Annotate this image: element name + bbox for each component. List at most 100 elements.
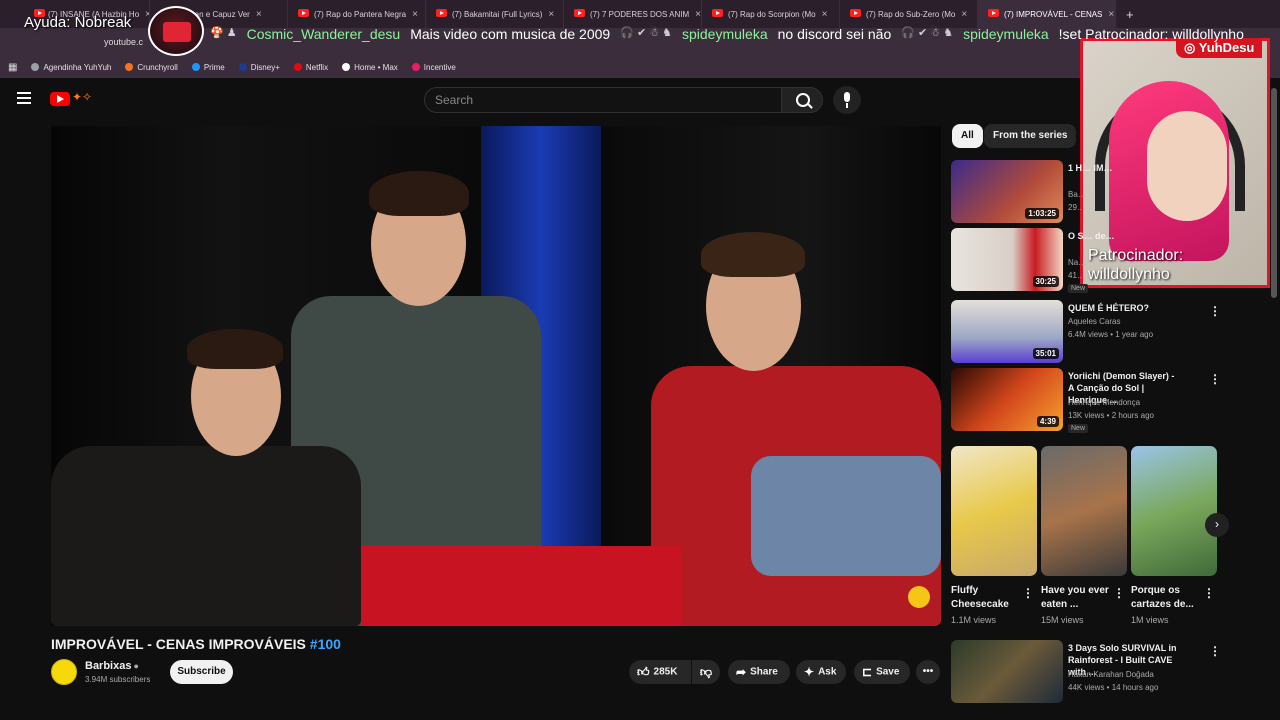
chevron-right-icon[interactable]: › [1205,513,1229,537]
browser-tab[interactable]: (7) Rap do Sub-Zero (Mo × [840,0,978,28]
bookmark-item[interactable]: Disney+ [238,63,280,72]
more-actions-icon[interactable]: ••• [916,660,940,684]
recommendation-title[interactable]: O S… de… [1068,230,1178,242]
microphone-icon[interactable] [833,86,861,114]
apps-grid-icon[interactable]: ▦ [8,62,17,73]
more-options-icon[interactable]: ⋮ [1209,644,1221,658]
bookmark-item[interactable]: Netflix [293,63,328,72]
recommendation-meta: 6.4M views • 1 year ago [1068,330,1154,339]
short-title[interactable]: Have you ever eaten ... [1041,584,1117,612]
more-options-icon[interactable]: ⋮ [1113,586,1125,600]
netflix-icon [293,63,302,71]
short-thumbnail[interactable] [1131,446,1217,576]
search-icon[interactable] [781,87,823,113]
crunchyroll-icon [125,63,134,71]
channel-avatar[interactable] [51,659,77,685]
disney-icon [238,63,247,71]
bookmark-icon [31,63,40,71]
recommendation-item[interactable]: 1:03:25 1 H… IM… Ba… 29… [951,160,1181,224]
save-button[interactable]: ⊏ Save [854,660,910,684]
recommendation-title[interactable]: QUEM É HÉTERO? [1068,302,1178,314]
subscriber-count: 3.94M subscribers [85,675,151,684]
video-duration: 1:03:25 [1025,208,1059,219]
sparkle-icon: ✦ [804,665,815,679]
browser-tab[interactable]: (7) Rap do Pantera Negra × [288,0,426,28]
bookmark-item[interactable]: Crunchyroll [125,63,178,72]
video-thumbnail[interactable]: 30:25 [951,228,1063,291]
chat-username: Cosmic_Wanderer_desu [246,26,401,42]
max-icon [342,63,351,71]
short-views: 1.1M views [951,615,997,625]
person-right-jeans [751,456,941,576]
more-options-icon[interactable]: ⋮ [1209,372,1221,386]
close-tab-icon[interactable]: × [961,9,967,20]
more-options-icon[interactable]: ⋮ [1203,586,1215,600]
more-options-icon[interactable]: ⋮ [1209,304,1221,318]
youtube-favicon-icon [436,9,447,17]
new-tab-button[interactable]: + [1116,7,1134,22]
recommendation-item[interactable]: 30:25 O S… de… Na… 41… New [951,228,1181,293]
page-scrollbar[interactable] [1271,88,1277,298]
youtube-favicon-icon [298,9,309,17]
ask-button[interactable]: ✦ Ask [796,660,846,684]
chip-all[interactable]: All [952,124,983,148]
chat-badges-icon: 🍄 ♟ [210,27,237,39]
logo-decoration-icon: ✦✧ [72,90,93,104]
youtube-favicon-icon [574,9,585,17]
chip-from-the-series[interactable]: From the series [984,124,1077,148]
incentive-icon [411,63,420,71]
address-text[interactable]: youtube.c [104,37,143,47]
browser-tab[interactable]: (7) Bakamitai (Full Lyrics) × [426,0,564,28]
video-player[interactable] [51,126,941,626]
close-tab-icon[interactable]: × [548,9,554,20]
short-thumbnail[interactable] [1041,446,1127,576]
like-button[interactable]: 👍︎ 285K [629,660,691,684]
recommendation-channel[interactable]: Aqueles Caras [1068,317,1120,326]
video-thumbnail[interactable]: 35:01 [951,300,1063,363]
short-title[interactable]: Fluffy Cheesecake [951,584,1027,612]
share-button[interactable]: ➦ Share [728,660,790,684]
subscribe-button[interactable]: Subscribe [170,660,233,684]
bookmark-item[interactable]: Agendinha YuhYuh [31,63,111,72]
recommendation-channel[interactable]: Henrique Mendonça [1068,398,1140,407]
channel-name[interactable]: Barbixas ● [85,660,139,672]
close-tab-icon[interactable]: × [822,9,828,20]
close-tab-icon[interactable]: × [412,9,418,20]
browser-tab[interactable]: (7) Rap do Scorpion (Mo × [702,0,840,28]
browser-tab-active[interactable]: (7) IMPROVÁVEL - CENAS × [978,0,1116,28]
close-tab-icon[interactable]: × [695,9,701,20]
bookmark-item[interactable]: Incentive [411,63,456,72]
recommendation-channel[interactable]: Hakan Karahan Doğada [1068,670,1154,679]
bookmark-item[interactable]: Home • Max [342,63,398,72]
video-thumbnail[interactable]: 4:39 [951,368,1063,431]
recommendation-item[interactable]: 4:39 Yoriichi (Demon Slayer) - A Canção … [951,368,1221,433]
recommendation-channel[interactable]: Ba… [1068,190,1086,199]
recommendation-item[interactable]: 3 Days Solo SURVIVAL in Rainforest - I B… [951,640,1221,704]
recommendation-item[interactable]: 35:01 QUEM É HÉTERO? Aqueles Caras 6.4M … [951,300,1221,364]
hamburger-menu-icon[interactable] [17,92,31,104]
thumbs-down-icon: 👎︎ [699,665,713,679]
short-title[interactable]: Porque os cartazes de... [1131,584,1207,612]
red-stage-box [361,546,681,626]
chat-message: !set Patrocinador: willdollynho [1058,26,1244,42]
hashtag-link[interactable]: #100 [310,636,341,652]
recommendation-title[interactable]: 1 H… IM… [1068,162,1178,174]
chat-badges-icon: 🎧 ✔ ☃ ♞ [620,27,672,39]
chat-message: no discord sei não [777,26,892,42]
recommendation-channel[interactable]: Na… [1068,258,1086,267]
dislike-button[interactable]: 👎︎ [692,660,720,684]
video-duration: 30:25 [1032,276,1059,287]
person-left [51,446,361,626]
video-thumbnail[interactable] [951,640,1063,703]
close-tab-icon[interactable]: × [256,9,262,20]
close-tab-icon[interactable]: × [1108,9,1114,20]
search-input[interactable]: Search [424,87,782,113]
recommendation-meta: 13K views • 2 hours ago [1068,411,1154,420]
bookmark-item[interactable]: Prime [191,63,225,72]
youtube-logo-icon[interactable] [50,92,70,106]
video-thumbnail[interactable]: 1:03:25 [951,160,1063,223]
youtube-favicon-icon [712,9,723,17]
short-thumbnail[interactable] [951,446,1037,576]
more-options-icon[interactable]: ⋮ [1022,586,1034,600]
browser-tab[interactable]: (7) 7 PODERES DOS ANIM × [564,0,702,28]
